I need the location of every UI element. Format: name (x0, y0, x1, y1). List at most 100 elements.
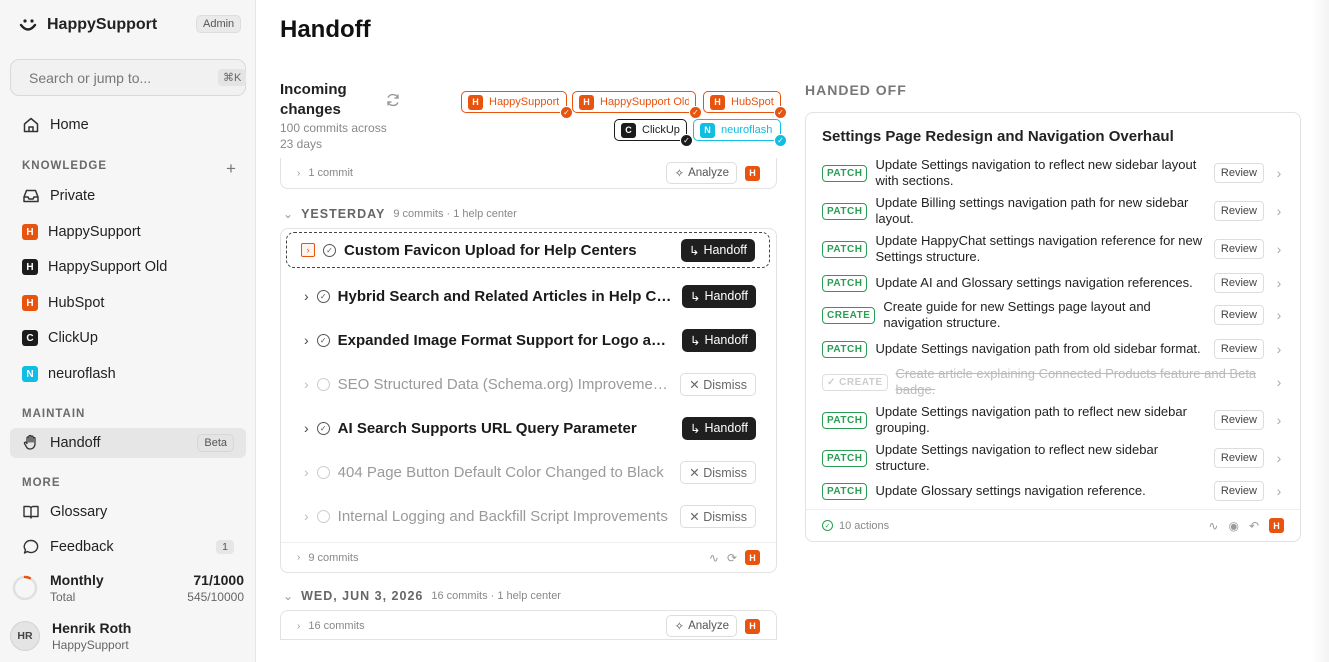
action-text: Update AI and Glossary settings navigati… (875, 275, 1193, 290)
brand[interactable]: HappySupport (18, 14, 157, 36)
action-row-dismissed[interactable]: ✓ CREATE Create article explaining Conne… (822, 366, 1286, 398)
refresh-icon[interactable]: ⟳ (727, 551, 737, 565)
action-row[interactable]: PATCH Update AI and Glossary settings na… (822, 273, 1286, 293)
undo-icon[interactable]: ↶ (1249, 519, 1259, 533)
change-item[interactable]: › ✓ Hybrid Search and Related Articles i… (286, 278, 770, 314)
handoff-button[interactable]: ↳ Handoff (680, 238, 755, 262)
clickup-c-icon: C (22, 330, 38, 346)
search-box[interactable]: ⌘K (10, 59, 247, 96)
activity-icon[interactable]: ∿ (709, 551, 719, 565)
analyze-button[interactable]: ✧ Analyze (666, 615, 737, 637)
group-header-wed[interactable]: ⌄ WED, JUN 3, 2026 16 commits · 1 help c… (283, 589, 561, 603)
review-button[interactable]: Review (1213, 481, 1264, 501)
usage-value: 71/1000 (193, 572, 244, 588)
chevron-right-icon[interactable]: › (304, 332, 309, 348)
clickup-c-icon: C (621, 122, 636, 138)
chevron-right-icon[interactable]: › (1272, 203, 1286, 219)
sidebar-item-happysupport-old[interactable]: H HappySupport Old (10, 252, 246, 282)
arrow-return-icon: ↳ (689, 333, 701, 348)
sidebar-item-glossary[interactable]: Glossary (10, 497, 246, 527)
incoming-changes-subtitle: 100 commits across 23 days (280, 121, 387, 151)
change-item[interactable]: › ✓ AI Search Supports URL Query Paramet… (286, 410, 770, 446)
sidebar-item-private[interactable]: Private (10, 181, 246, 211)
chevron-right-icon[interactable]: › (1272, 374, 1286, 390)
review-button[interactable]: Review (1213, 305, 1264, 325)
dismiss-button[interactable]: ✕ Dismiss (680, 372, 756, 396)
sidebar-item-home[interactable]: Home (10, 110, 246, 140)
analyze-button[interactable]: ✧ Analyze (666, 162, 737, 184)
action-text: Update HappyChat settings navigation ref… (875, 233, 1203, 264)
handoff-button[interactable]: ↳ Handoff (681, 284, 756, 308)
dismiss-label: Dismiss (703, 465, 747, 480)
change-item[interactable]: › Internal Logging and Backfill Script I… (286, 498, 770, 534)
user-menu[interactable]: HR Henrik Roth HappySupport (10, 616, 246, 656)
action-row[interactable]: CREATE Create guide for new Settings pag… (822, 299, 1286, 331)
dismiss-button[interactable]: ✕ Dismiss (680, 504, 756, 528)
action-row[interactable]: PATCH Update Glossary settings navigatio… (822, 481, 1286, 501)
chip-label: neuroflash (721, 124, 773, 136)
handoff-button[interactable]: ↳ Handoff (681, 328, 756, 352)
action-row[interactable]: PATCH Update Settings navigation path to… (822, 404, 1286, 436)
expand-toggle-icon[interactable]: › (301, 243, 315, 257)
chevron-right-icon[interactable]: › (304, 508, 309, 524)
refresh-icon[interactable] (385, 92, 401, 108)
eye-icon[interactable]: ◉ (1228, 519, 1238, 533)
review-button[interactable]: Review (1213, 410, 1264, 430)
chevron-right-icon[interactable]: › (304, 288, 309, 304)
commit-group-footer[interactable]: › 1 commit ✧ Analyze H (281, 158, 776, 188)
chevron-right-icon[interactable]: › (1272, 241, 1286, 257)
change-item[interactable]: › ✓ Expanded Image Format Support for Lo… (286, 322, 770, 358)
commit-group-footer[interactable]: › 16 commits ✧ Analyze H (281, 611, 776, 641)
group-title: WED, JUN 3, 2026 (301, 589, 424, 603)
handoff-button[interactable]: ↳ Handoff (681, 416, 756, 440)
usage-meter[interactable]: Monthly Total 71/1000 545/10000 (12, 570, 244, 606)
filter-chip-happysupport-old[interactable]: H HappySupport Old ✓ (572, 91, 702, 119)
chevron-right-icon[interactable]: › (1272, 165, 1286, 181)
group-header-yesterday[interactable]: ⌄ YESTERDAY 9 commits · 1 help center (283, 207, 517, 221)
action-row[interactable]: PATCH Update Settings navigation to refl… (822, 442, 1286, 474)
filter-chip-happysupport[interactable]: H HappySupport ✓ (461, 91, 573, 119)
filter-chip-hubspot[interactable]: H HubSpot ✓ (703, 91, 787, 119)
review-button[interactable]: Review (1213, 163, 1264, 183)
commit-group-footer[interactable]: › 9 commits ∿ ⟳ H (281, 542, 776, 572)
chevron-right-icon[interactable]: › (1272, 275, 1286, 291)
filter-chip-neuroflash[interactable]: N neuroflash ✓ (693, 119, 787, 147)
chevron-right-icon[interactable]: › (1272, 412, 1286, 428)
sidebar-item-hubspot[interactable]: H HubSpot (10, 288, 246, 318)
chevron-right-icon[interactable]: › (1272, 483, 1286, 499)
sidebar-item-happysupport[interactable]: H HappySupport (10, 217, 246, 247)
chevron-right-icon[interactable]: › (1272, 341, 1286, 357)
action-row[interactable]: PATCH Update Settings navigation to refl… (822, 157, 1286, 189)
change-item[interactable]: › ✓ Custom Favicon Upload for Help Cente… (286, 232, 770, 268)
chevron-right-icon[interactable]: › (304, 376, 309, 392)
handoff-label: Handoff (704, 333, 748, 347)
sidebar-item-feedback[interactable]: Feedback 1 (10, 532, 246, 562)
commit-count: 16 commits (308, 620, 365, 632)
sidebar-item-handoff[interactable]: Handoff Beta (10, 428, 246, 458)
review-button[interactable]: Review (1213, 448, 1264, 468)
dismiss-button[interactable]: ✕ Dismiss (680, 460, 756, 484)
review-button[interactable]: Review (1213, 339, 1264, 359)
action-row[interactable]: PATCH Update Settings navigation path fr… (822, 339, 1286, 359)
chevron-right-icon[interactable]: › (304, 464, 309, 480)
sidebar-item-neuroflash[interactable]: N neuroflash (10, 359, 246, 389)
change-item[interactable]: › 404 Page Button Default Color Changed … (286, 454, 770, 490)
chevron-right-icon[interactable]: › (1272, 450, 1286, 466)
neuroflash-n-icon: N (700, 122, 715, 138)
chevron-right-icon[interactable]: › (1272, 307, 1286, 323)
search-shortcut: ⌘K (218, 69, 247, 86)
action-row[interactable]: PATCH Update HappyChat settings navigati… (822, 233, 1286, 265)
search-input[interactable] (29, 69, 210, 86)
action-row[interactable]: PATCH Update Billing settings navigation… (822, 195, 1286, 227)
review-button[interactable]: Review (1213, 239, 1264, 259)
add-knowledge-icon[interactable]: + (226, 159, 236, 179)
change-item[interactable]: › SEO Structured Data (Schema.org) Impro… (286, 366, 770, 402)
chevron-right-icon[interactable]: › (304, 420, 309, 436)
review-button[interactable]: Review (1213, 273, 1264, 293)
activity-icon[interactable]: ∿ (1208, 519, 1218, 533)
change-title: Internal Logging and Backfill Script Imp… (337, 507, 668, 525)
filter-chip-clickup[interactable]: C ClickUp ✓ (614, 119, 693, 147)
action-tag: PATCH (822, 449, 868, 467)
sidebar-item-clickup[interactable]: C ClickUp (10, 323, 246, 353)
review-button[interactable]: Review (1213, 201, 1264, 221)
